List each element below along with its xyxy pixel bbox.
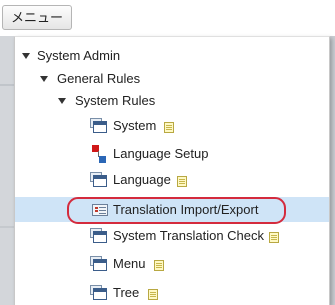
translation-icon (92, 204, 108, 216)
window-icon (93, 231, 107, 243)
tree-node-system-rules[interactable]: System Rules (15, 90, 329, 112)
caret-down-icon[interactable] (22, 53, 30, 59)
window-icon (93, 121, 107, 133)
tree-node-label: System Rules (75, 93, 156, 108)
caret-down-icon[interactable] (58, 98, 66, 104)
tree-item-tree[interactable]: Tree (15, 282, 329, 304)
tree-item-label: Language Setup (113, 146, 209, 161)
window-icon (93, 288, 107, 300)
tree-item-label: System Translation Check (113, 228, 265, 243)
tree-item-label: Translation Import/Export (113, 202, 259, 217)
tree-item-label: Language (113, 172, 171, 187)
window-icon (93, 259, 107, 271)
tree-node-label: System Admin (37, 48, 121, 63)
tree-item-language[interactable]: Language (15, 169, 329, 191)
menu-button[interactable]: メニュー (2, 5, 73, 30)
note-icon[interactable] (164, 122, 174, 133)
tree-item-system[interactable]: System (15, 115, 329, 137)
tree-item-menu[interactable]: Menu (15, 253, 329, 275)
background-panel-edge (0, 36, 14, 305)
background-panel (0, 36, 14, 305)
tree-item-language-setup[interactable]: Language Setup (15, 143, 329, 165)
tree-node-label: General Rules (57, 71, 141, 86)
tree-item-label: Tree (113, 285, 140, 300)
tree-item-label: System (113, 118, 157, 133)
menu-dropdown: System Admin General Rules System Rules … (14, 36, 330, 305)
tree-item-label: Menu (113, 256, 146, 271)
note-icon[interactable] (154, 260, 164, 271)
window-icon (93, 175, 107, 187)
note-icon[interactable] (269, 232, 279, 243)
tree-item-system-translation-check[interactable]: System Translation Check (15, 225, 329, 247)
tree-node-system-admin[interactable]: System Admin (15, 45, 329, 67)
note-icon[interactable] (177, 176, 187, 187)
caret-down-icon[interactable] (40, 76, 48, 82)
note-icon[interactable] (148, 289, 158, 300)
tree-node-general-rules[interactable]: General Rules (15, 68, 329, 90)
tree-item-translation-import-export[interactable]: Translation Import/Export (15, 197, 329, 222)
language-setup-icon (99, 156, 106, 163)
